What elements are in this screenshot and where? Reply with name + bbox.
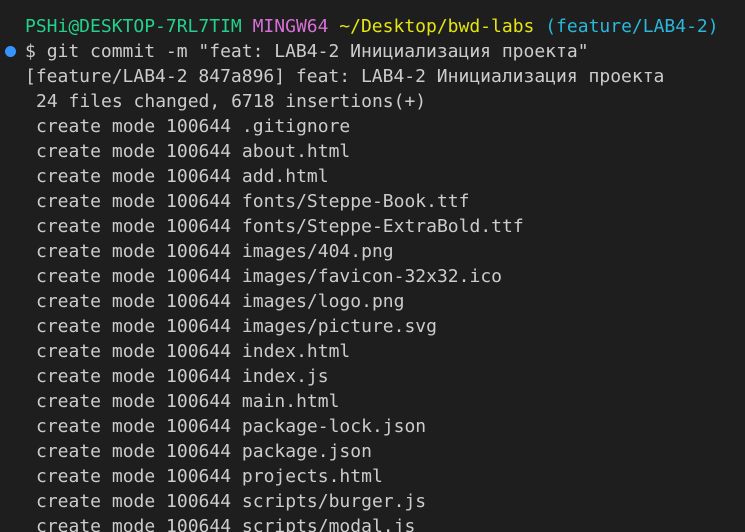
file-entry: create mode 100644 images/picture.svg <box>36 316 437 337</box>
command-symbol: $ <box>25 41 36 62</box>
commit-summary: [feature/LAB4-2 847a896] feat: LAB4-2 Ин… <box>25 66 665 87</box>
prompt-shell: MINGW64 <box>252 16 329 37</box>
command-status-dot-icon[interactable] <box>5 46 16 57</box>
file-entry: create mode 100644 images/favicon-32x32.… <box>36 266 502 287</box>
file-entry: create mode 100644 scripts/burger.js <box>36 491 427 512</box>
prompt-path: ~/Desktop/bwd-labs <box>339 16 535 37</box>
created-files-list: create mode 100644 .gitignore create mod… <box>0 114 745 532</box>
file-entry: create mode 100644 index.html <box>36 341 351 362</box>
file-entry: create mode 100644 scripts/modal.js <box>36 516 416 532</box>
file-entry: create mode 100644 fonts/Steppe-ExtraBol… <box>36 216 524 237</box>
terminal-output[interactable]: PSHi@DESKTOP-7RL7TIM MINGW64 ~/Desktop/b… <box>0 0 745 532</box>
commit-stats: 24 files changed, 6718 insertions(+) <box>36 91 427 112</box>
file-entry: create mode 100644 .gitignore <box>36 116 351 137</box>
file-entry: create mode 100644 projects.html <box>36 466 383 487</box>
file-entry: create mode 100644 main.html <box>36 391 340 412</box>
file-entry: create mode 100644 package.json <box>36 441 372 462</box>
file-entry: create mode 100644 index.js <box>36 366 329 387</box>
command-text: git commit -m "feat: LAB4-2 Инициализаци… <box>46 41 589 62</box>
file-entry: create mode 100644 images/404.png <box>36 241 394 262</box>
prompt-user-host: PSHi@DESKTOP-7RL7TIM <box>25 16 242 37</box>
file-entry: create mode 100644 about.html <box>36 141 351 162</box>
file-entry: create mode 100644 add.html <box>36 166 329 187</box>
file-entry: create mode 100644 images/logo.png <box>36 291 405 312</box>
prompt-branch: (feature/LAB4-2) <box>545 16 719 37</box>
file-entry: create mode 100644 fonts/Steppe-Book.ttf <box>36 191 470 212</box>
file-entry: create mode 100644 package-lock.json <box>36 416 427 437</box>
shell-prompt: PSHi@DESKTOP-7RL7TIM MINGW64 ~/Desktop/b… <box>0 14 745 39</box>
command-line: $ git commit -m "feat: LAB4-2 Инициализа… <box>0 39 745 64</box>
